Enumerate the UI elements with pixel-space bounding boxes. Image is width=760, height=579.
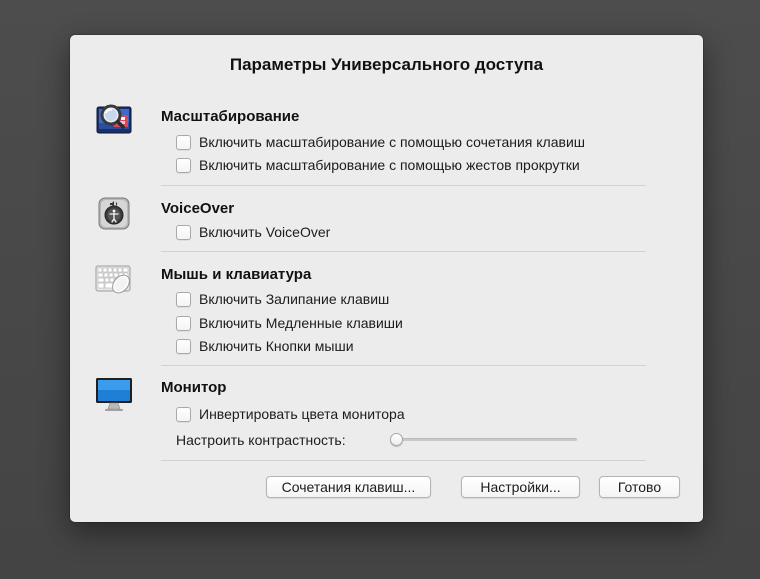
done-button[interactable]: Готово <box>599 476 680 498</box>
zoom-scroll-gesture-checkbox[interactable] <box>176 157 191 173</box>
invert-colors-label: Инвертировать цвета монитора <box>199 406 405 422</box>
contrast-label: Настроить контрастность: <box>176 432 346 448</box>
divider <box>161 185 646 186</box>
contrast-slider-track[interactable] <box>391 438 577 441</box>
voiceover-speaker-icon <box>94 193 134 233</box>
zoom-scroll-gesture-label: Включить масштабирование с помощью жесто… <box>199 157 580 173</box>
slow-keys-label: Включить Медленные клавиши <box>199 315 403 331</box>
contrast-slider[interactable] <box>390 433 577 446</box>
contrast-slider-thumb[interactable] <box>390 433 403 446</box>
sticky-keys-checkbox[interactable] <box>176 291 191 307</box>
zoom-shortcut-option[interactable]: Включить масштабирование с помощью сочет… <box>176 133 585 151</box>
divider <box>161 251 646 252</box>
keyboard-mouse-icon <box>94 259 134 299</box>
slow-keys-checkbox[interactable] <box>176 315 191 331</box>
zoom-magnifier-icon <box>94 99 134 139</box>
zoom-shortcut-checkbox[interactable] <box>176 134 191 150</box>
voiceover-enable-label: Включить VoiceOver <box>199 224 331 240</box>
invert-colors-checkbox[interactable] <box>176 406 191 422</box>
keyboard-shortcuts-button[interactable]: Сочетания клавиш... <box>266 476 431 498</box>
mouse-keyboard-section-title: Мышь и клавиатура <box>161 266 312 283</box>
sticky-keys-option[interactable]: Включить Залипание клавиш <box>176 290 389 308</box>
settings-button[interactable]: Настройки... <box>461 476 580 498</box>
voiceover-section-title: VoiceOver <box>161 200 235 217</box>
voiceover-enable-checkbox[interactable] <box>176 224 191 240</box>
contrast-row: Настроить контрастность: <box>176 431 346 449</box>
mouse-keys-label: Включить Кнопки мыши <box>199 338 354 354</box>
divider <box>161 365 646 366</box>
zoom-section-title: Масштабирование <box>161 108 300 125</box>
invert-colors-option[interactable]: Инвертировать цвета монитора <box>176 405 405 423</box>
monitor-section-title: Монитор <box>161 379 227 396</box>
accessibility-options-dialog: Параметры Универсального доступа Масштаб… <box>70 35 703 522</box>
mouse-keys-checkbox[interactable] <box>176 338 191 354</box>
zoom-shortcut-label: Включить масштабирование с помощью сочет… <box>199 134 585 150</box>
sticky-keys-label: Включить Залипание клавиш <box>199 291 390 307</box>
mouse-keys-option[interactable]: Включить Кнопки мыши <box>176 337 354 355</box>
voiceover-enable-option[interactable]: Включить VoiceOver <box>176 223 330 241</box>
divider <box>161 460 646 461</box>
monitor-icon <box>94 374 134 414</box>
zoom-scroll-gesture-option[interactable]: Включить масштабирование с помощью жесто… <box>176 156 580 174</box>
slow-keys-option[interactable]: Включить Медленные клавиши <box>176 314 403 332</box>
dialog-title: Параметры Универсального доступа <box>229 55 544 74</box>
